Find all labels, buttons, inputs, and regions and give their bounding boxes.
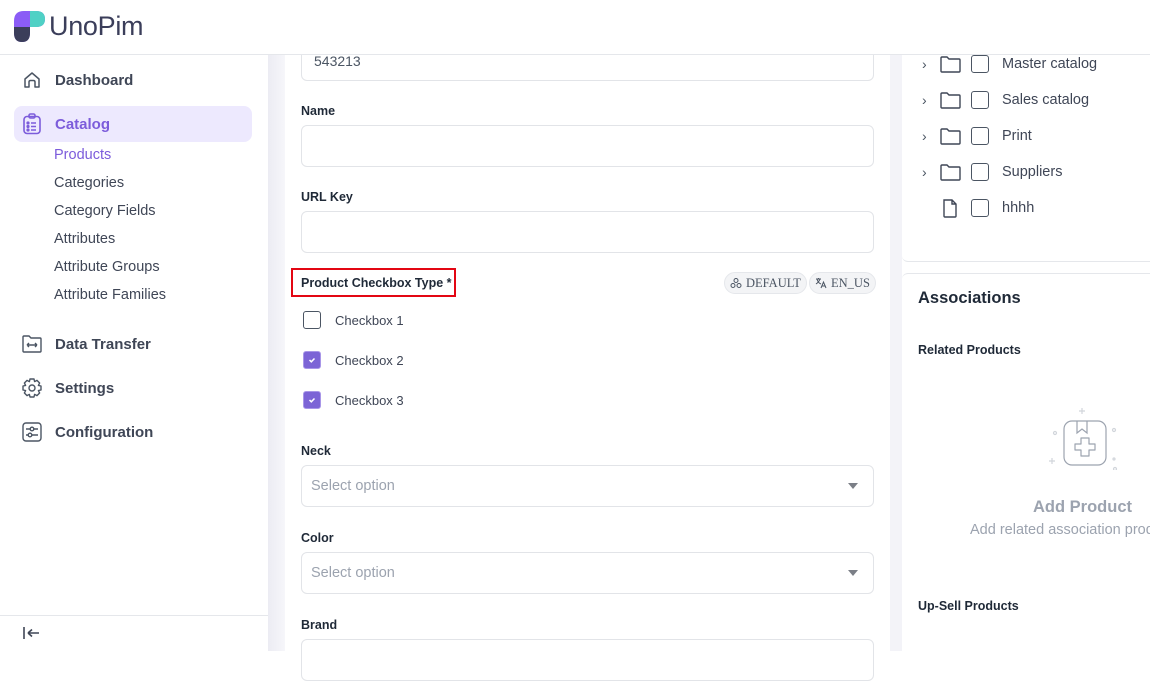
gear-icon — [21, 377, 43, 399]
folder-transfer-icon — [21, 333, 43, 355]
check-icon — [308, 397, 316, 403]
color-placeholder: Select option — [311, 565, 395, 581]
category-item[interactable]: › Suppliers — [902, 161, 1150, 183]
checkbox-type-label: Product Checkbox Type * — [301, 276, 452, 290]
sidebar-subitem-products[interactable]: Products — [54, 147, 111, 163]
checkbox-option-1[interactable]: Checkbox 1 — [303, 311, 404, 329]
url-key-label: URL Key — [301, 190, 353, 204]
url-key-input[interactable] — [301, 211, 874, 253]
color-select[interactable]: Select option — [301, 552, 874, 594]
sidebar-item-data-transfer[interactable]: Data Transfer — [14, 326, 252, 362]
color-label: Color — [301, 531, 334, 545]
chevron-down-icon — [848, 483, 858, 489]
category-label: hhhh — [1002, 200, 1035, 216]
sidebar-divider — [0, 615, 268, 616]
category-item[interactable]: › Sales catalog — [902, 89, 1150, 111]
chevron-right-icon[interactable]: › — [922, 92, 927, 108]
checkbox[interactable] — [971, 91, 989, 109]
category-label: Master catalog — [1002, 56, 1098, 72]
categories-card: › Master catalog › Sales catalog › Print… — [902, 55, 1150, 262]
neck-placeholder: Select option — [311, 478, 395, 494]
channel-icon — [730, 278, 742, 288]
checkbox[interactable] — [971, 55, 989, 73]
associations-title: Associations — [918, 289, 1021, 307]
product-form: 543213 Name URL Key Product Checkbox Typ… — [285, 39, 890, 681]
sidebar-item-label: Dashboard — [55, 71, 134, 89]
checkbox[interactable] — [303, 391, 321, 409]
sidebar-item-label: Settings — [55, 379, 115, 397]
column-gap — [890, 55, 902, 651]
related-products-label: Related Products — [918, 343, 1021, 357]
chevron-right-icon[interactable]: › — [922, 56, 927, 72]
checkbox-label: Checkbox 2 — [335, 352, 404, 368]
sidebar-item-catalog[interactable]: Catalog — [14, 106, 252, 142]
category-label: Sales catalog — [1002, 92, 1090, 108]
checkbox[interactable] — [303, 351, 321, 369]
top-bar: UnoPim — [0, 0, 1150, 55]
checkbox-option-3[interactable]: Checkbox 3 — [303, 391, 404, 409]
locale-pill: EN_US — [809, 272, 876, 294]
file-icon — [943, 198, 957, 218]
folder-icon — [940, 91, 961, 109]
neck-select[interactable]: Select option — [301, 465, 874, 507]
clipboard-list-icon — [21, 113, 43, 135]
sliders-icon — [21, 421, 43, 443]
empty-state-description: Add related association products — [970, 522, 1150, 538]
checkbox[interactable] — [303, 311, 321, 329]
translate-icon — [815, 278, 827, 289]
chevron-right-icon[interactable]: › — [922, 128, 927, 144]
folder-icon — [940, 163, 961, 181]
checkbox-label: Checkbox 3 — [335, 392, 404, 408]
sidebar-item-configuration[interactable]: Configuration — [14, 414, 252, 450]
checkbox[interactable] — [971, 163, 989, 181]
sidebar-edge — [268, 55, 285, 651]
locale-pill-label: EN_US — [831, 275, 870, 290]
sidebar-subitem-categories[interactable]: Categories — [54, 175, 124, 191]
sidebar-item-label: Data Transfer — [55, 335, 151, 353]
associations-card: Associations Related Products Add Produc… — [902, 273, 1150, 651]
sidebar-subitem-attributes[interactable]: Attributes — [54, 231, 115, 247]
checkbox-option-2[interactable]: Checkbox 2 — [303, 351, 404, 369]
sidebar-item-settings[interactable]: Settings — [14, 370, 252, 406]
sidebar-subitem-category-fields[interactable]: Category Fields — [54, 203, 156, 219]
category-item[interactable]: › Master catalog — [902, 53, 1150, 75]
logo[interactable]: UnoPim — [14, 11, 144, 42]
home-icon — [21, 69, 43, 91]
channel-pill: DEFAULT — [724, 272, 807, 294]
neck-label: Neck — [301, 444, 331, 458]
checkbox-label: Checkbox 1 — [335, 312, 404, 328]
unopim-logo-icon — [14, 11, 45, 42]
brand-label: Brand — [301, 618, 338, 632]
folder-icon — [940, 55, 961, 73]
brand-select[interactable] — [301, 639, 874, 681]
upsell-products-label: Up-Sell Products — [918, 599, 1019, 613]
folder-icon — [940, 127, 961, 145]
category-item[interactable]: hhhh — [902, 197, 1150, 219]
collapse-left-icon[interactable] — [22, 625, 42, 641]
checkbox[interactable] — [971, 199, 989, 217]
add-product-illustration-icon — [1049, 408, 1118, 470]
sidebar-subitem-attribute-groups[interactable]: Attribute Groups — [54, 259, 160, 275]
checkbox[interactable] — [971, 127, 989, 145]
sidebar-item-label: Catalog — [55, 115, 111, 133]
sku-value: 543213 — [314, 53, 361, 69]
sidebar-subitem-attribute-families[interactable]: Attribute Families — [54, 287, 166, 303]
empty-state-title: Add Product — [1033, 498, 1132, 516]
channel-pill-label: DEFAULT — [746, 275, 801, 290]
sidebar: Dashboard Catalog Products Categories Ca… — [0, 55, 268, 651]
category-label: Print — [1002, 128, 1032, 144]
category-label: Suppliers — [1002, 164, 1063, 180]
name-input[interactable] — [301, 125, 874, 167]
chevron-right-icon[interactable]: › — [922, 164, 927, 180]
name-label: Name — [301, 104, 336, 118]
category-item[interactable]: › Print — [902, 125, 1150, 147]
chevron-down-icon — [848, 570, 858, 576]
app-name: UnoPim — [49, 11, 144, 41]
sidebar-item-label: Configuration — [55, 423, 154, 441]
check-icon — [308, 357, 316, 363]
sidebar-item-dashboard[interactable]: Dashboard — [14, 62, 252, 98]
